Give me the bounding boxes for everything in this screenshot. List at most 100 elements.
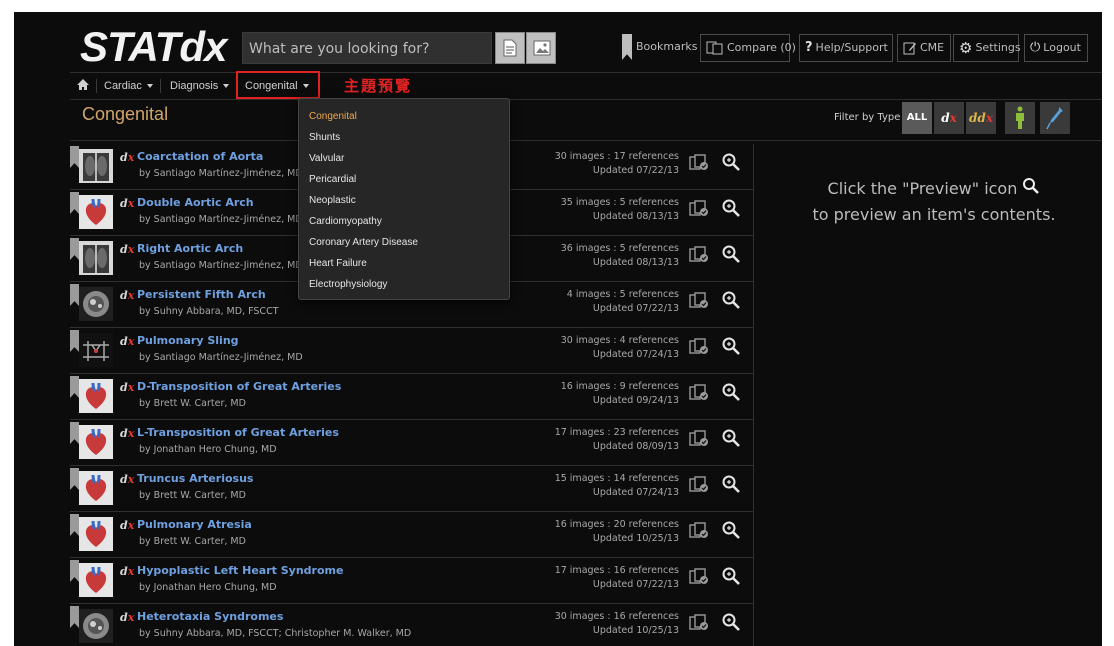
topic-image-count: 35 images : 5 references [560,197,679,208]
bookmark-icon[interactable] [70,376,79,398]
topic-row[interactable]: dx Hypoplastic Left Heart Syndrome by Jona… [70,558,754,604]
topic-title-link[interactable]: Heterotaxia Syndromes [137,610,283,623]
preview-icon[interactable] [721,152,741,172]
compare-add-icon[interactable] [689,200,709,218]
topic-title-link[interactable]: Truncus Arteriosus [137,472,253,485]
topic-thumbnail[interactable] [79,379,113,413]
compare-add-icon[interactable] [689,292,709,310]
filter-all-button[interactable]: ALL [902,102,932,134]
topic-thumbnail[interactable] [79,471,113,505]
topic-thumbnail[interactable] [79,609,113,643]
topic-thumbnail[interactable] [79,149,113,183]
search-input[interactable]: What are you looking for? [242,32,492,64]
preview-icon[interactable] [721,336,741,356]
preview-icon[interactable] [721,382,741,402]
filter-dx-button[interactable]: dx [934,102,964,134]
bookmark-icon[interactable] [70,514,79,536]
dropdown-item-cardiomyopathy[interactable]: Cardiomyopathy [299,211,509,232]
topic-row[interactable]: dx Truncus Arteriosus by Brett W. Carter, … [70,466,754,512]
preview-icon[interactable] [721,612,741,632]
topic-thumbnail[interactable] [79,287,113,321]
topic-row[interactable]: dx Heterotaxia Syndromes by Suhny Abbara, … [70,604,754,646]
bookmark-icon[interactable] [70,606,79,628]
compare-add-icon[interactable] [689,568,709,586]
topic-thumbnail[interactable] [79,425,113,459]
category-dropdown-menu[interactable]: Congenital Shunts Valvular Pericardial Neopl… [298,98,510,300]
topic-row[interactable]: dx L-Transposition of Great Arteries by Jo… [70,420,754,466]
topic-thumbnail[interactable] [79,241,113,275]
document-search-button[interactable] [495,32,525,64]
compare-add-icon[interactable] [689,384,709,402]
image-search-button[interactable] [526,32,556,64]
dropdown-item-heart-failure[interactable]: Heart Failure [299,253,509,274]
topic-title-link[interactable]: Hypoplastic Left Heart Syndrome [137,564,343,577]
bookmark-icon[interactable] [70,284,79,306]
logout-label: Logout [1043,41,1081,54]
dropdown-item-valvular[interactable]: Valvular [299,148,509,169]
bookmarks-button[interactable]: Bookmarks [636,34,700,62]
bookmark-icon[interactable] [70,560,79,582]
dx-type-icon: dx [120,519,135,532]
topic-row[interactable]: dx D-Transposition of Great Arteries by Br… [70,374,754,420]
topic-title-link[interactable]: Pulmonary Sling [137,334,239,347]
preview-icon[interactable] [721,520,741,540]
filter-procedure-button[interactable] [1040,102,1070,134]
breadcrumb-diagnosis-label: Diagnosis [170,80,219,92]
topic-title-link[interactable]: Coarctation of Aorta [137,150,263,163]
breadcrumb-diagnosis[interactable]: Diagnosis [170,78,230,94]
topic-thumbnail[interactable] [79,517,113,551]
dropdown-item-neoplastic[interactable]: Neoplastic [299,190,509,211]
filter-anatomy-button[interactable] [1005,102,1035,134]
dropdown-item-pericardial[interactable]: Pericardial [299,169,509,190]
preview-icon[interactable] [721,290,741,310]
topic-author: by Suhny Abbara, MD, FSCCT; Christopher … [139,628,412,639]
preview-icon[interactable] [721,198,741,218]
topic-title-link[interactable]: D-Transposition of Great Arteries [137,380,341,393]
bookmark-icon[interactable] [70,422,79,444]
topic-row[interactable]: dx Pulmonary Sling by Santiago Martínez-Ji… [70,328,754,374]
topic-title-link[interactable]: Double Aortic Arch [137,196,254,209]
cme-button[interactable]: CME [897,34,951,62]
compare-add-icon[interactable] [689,338,709,356]
topic-title-link[interactable]: L-Transposition of Great Arteries [137,426,339,439]
settings-button[interactable]: ⚙ Settings [953,34,1021,62]
logout-button[interactable]: ⏻ Logout [1024,34,1088,62]
topic-thumbnail[interactable] [79,195,113,229]
bookmark-icon[interactable] [70,192,79,214]
breadcrumb-cardiac[interactable]: Cardiac [104,78,153,94]
compare-add-icon[interactable] [689,476,709,494]
bookmark-icon[interactable] [70,238,79,260]
topic-title-link[interactable]: Right Aortic Arch [137,242,243,255]
topic-thumbnail[interactable] [79,563,113,597]
dropdown-item-shunts[interactable]: Shunts [299,127,509,148]
compare-button[interactable]: Compare (0) [700,34,796,62]
topic-image-count: 15 images : 14 references [554,473,679,484]
preview-icon[interactable] [721,474,741,494]
preview-icon[interactable] [721,244,741,264]
compare-add-icon[interactable] [689,614,709,632]
dropdown-item-coronary-artery-disease[interactable]: Coronary Artery Disease [299,232,509,253]
compare-add-icon[interactable] [689,154,709,172]
dropdown-item-electrophysiology[interactable]: Electrophysiology [299,274,509,295]
home-icon[interactable] [76,78,90,91]
bookmark-icon[interactable] [70,330,79,352]
topic-thumbnail[interactable] [79,333,113,367]
preview-icon[interactable] [721,428,741,448]
topic-row[interactable]: dx Pulmonary Atresia by Brett W. Carter, M… [70,512,754,558]
topic-updated: Updated 10/25/13 [592,625,679,636]
topic-title-link[interactable]: Persistent Fifth Arch [137,288,266,301]
topic-title-link[interactable]: Pulmonary Atresia [137,518,252,531]
preview-icon[interactable] [721,566,741,586]
filter-ddx-button[interactable]: ddx [966,102,996,134]
compare-add-icon[interactable] [689,246,709,264]
help-support-button[interactable]: ? Help/Support [799,34,893,62]
compare-add-icon[interactable] [689,430,709,448]
bookmark-icon[interactable] [70,146,79,168]
topic-updated: Updated 10/25/13 [592,533,679,544]
statdx-logo[interactable]: STATdx [80,24,227,70]
preview-hint: Click the "Preview" icon to preview an i… [774,176,1094,228]
compare-add-icon[interactable] [689,522,709,540]
bookmark-icon[interactable] [70,468,79,490]
dropdown-item-congenital[interactable]: Congenital [299,106,509,127]
topic-updated: Updated 07/24/13 [592,487,679,498]
